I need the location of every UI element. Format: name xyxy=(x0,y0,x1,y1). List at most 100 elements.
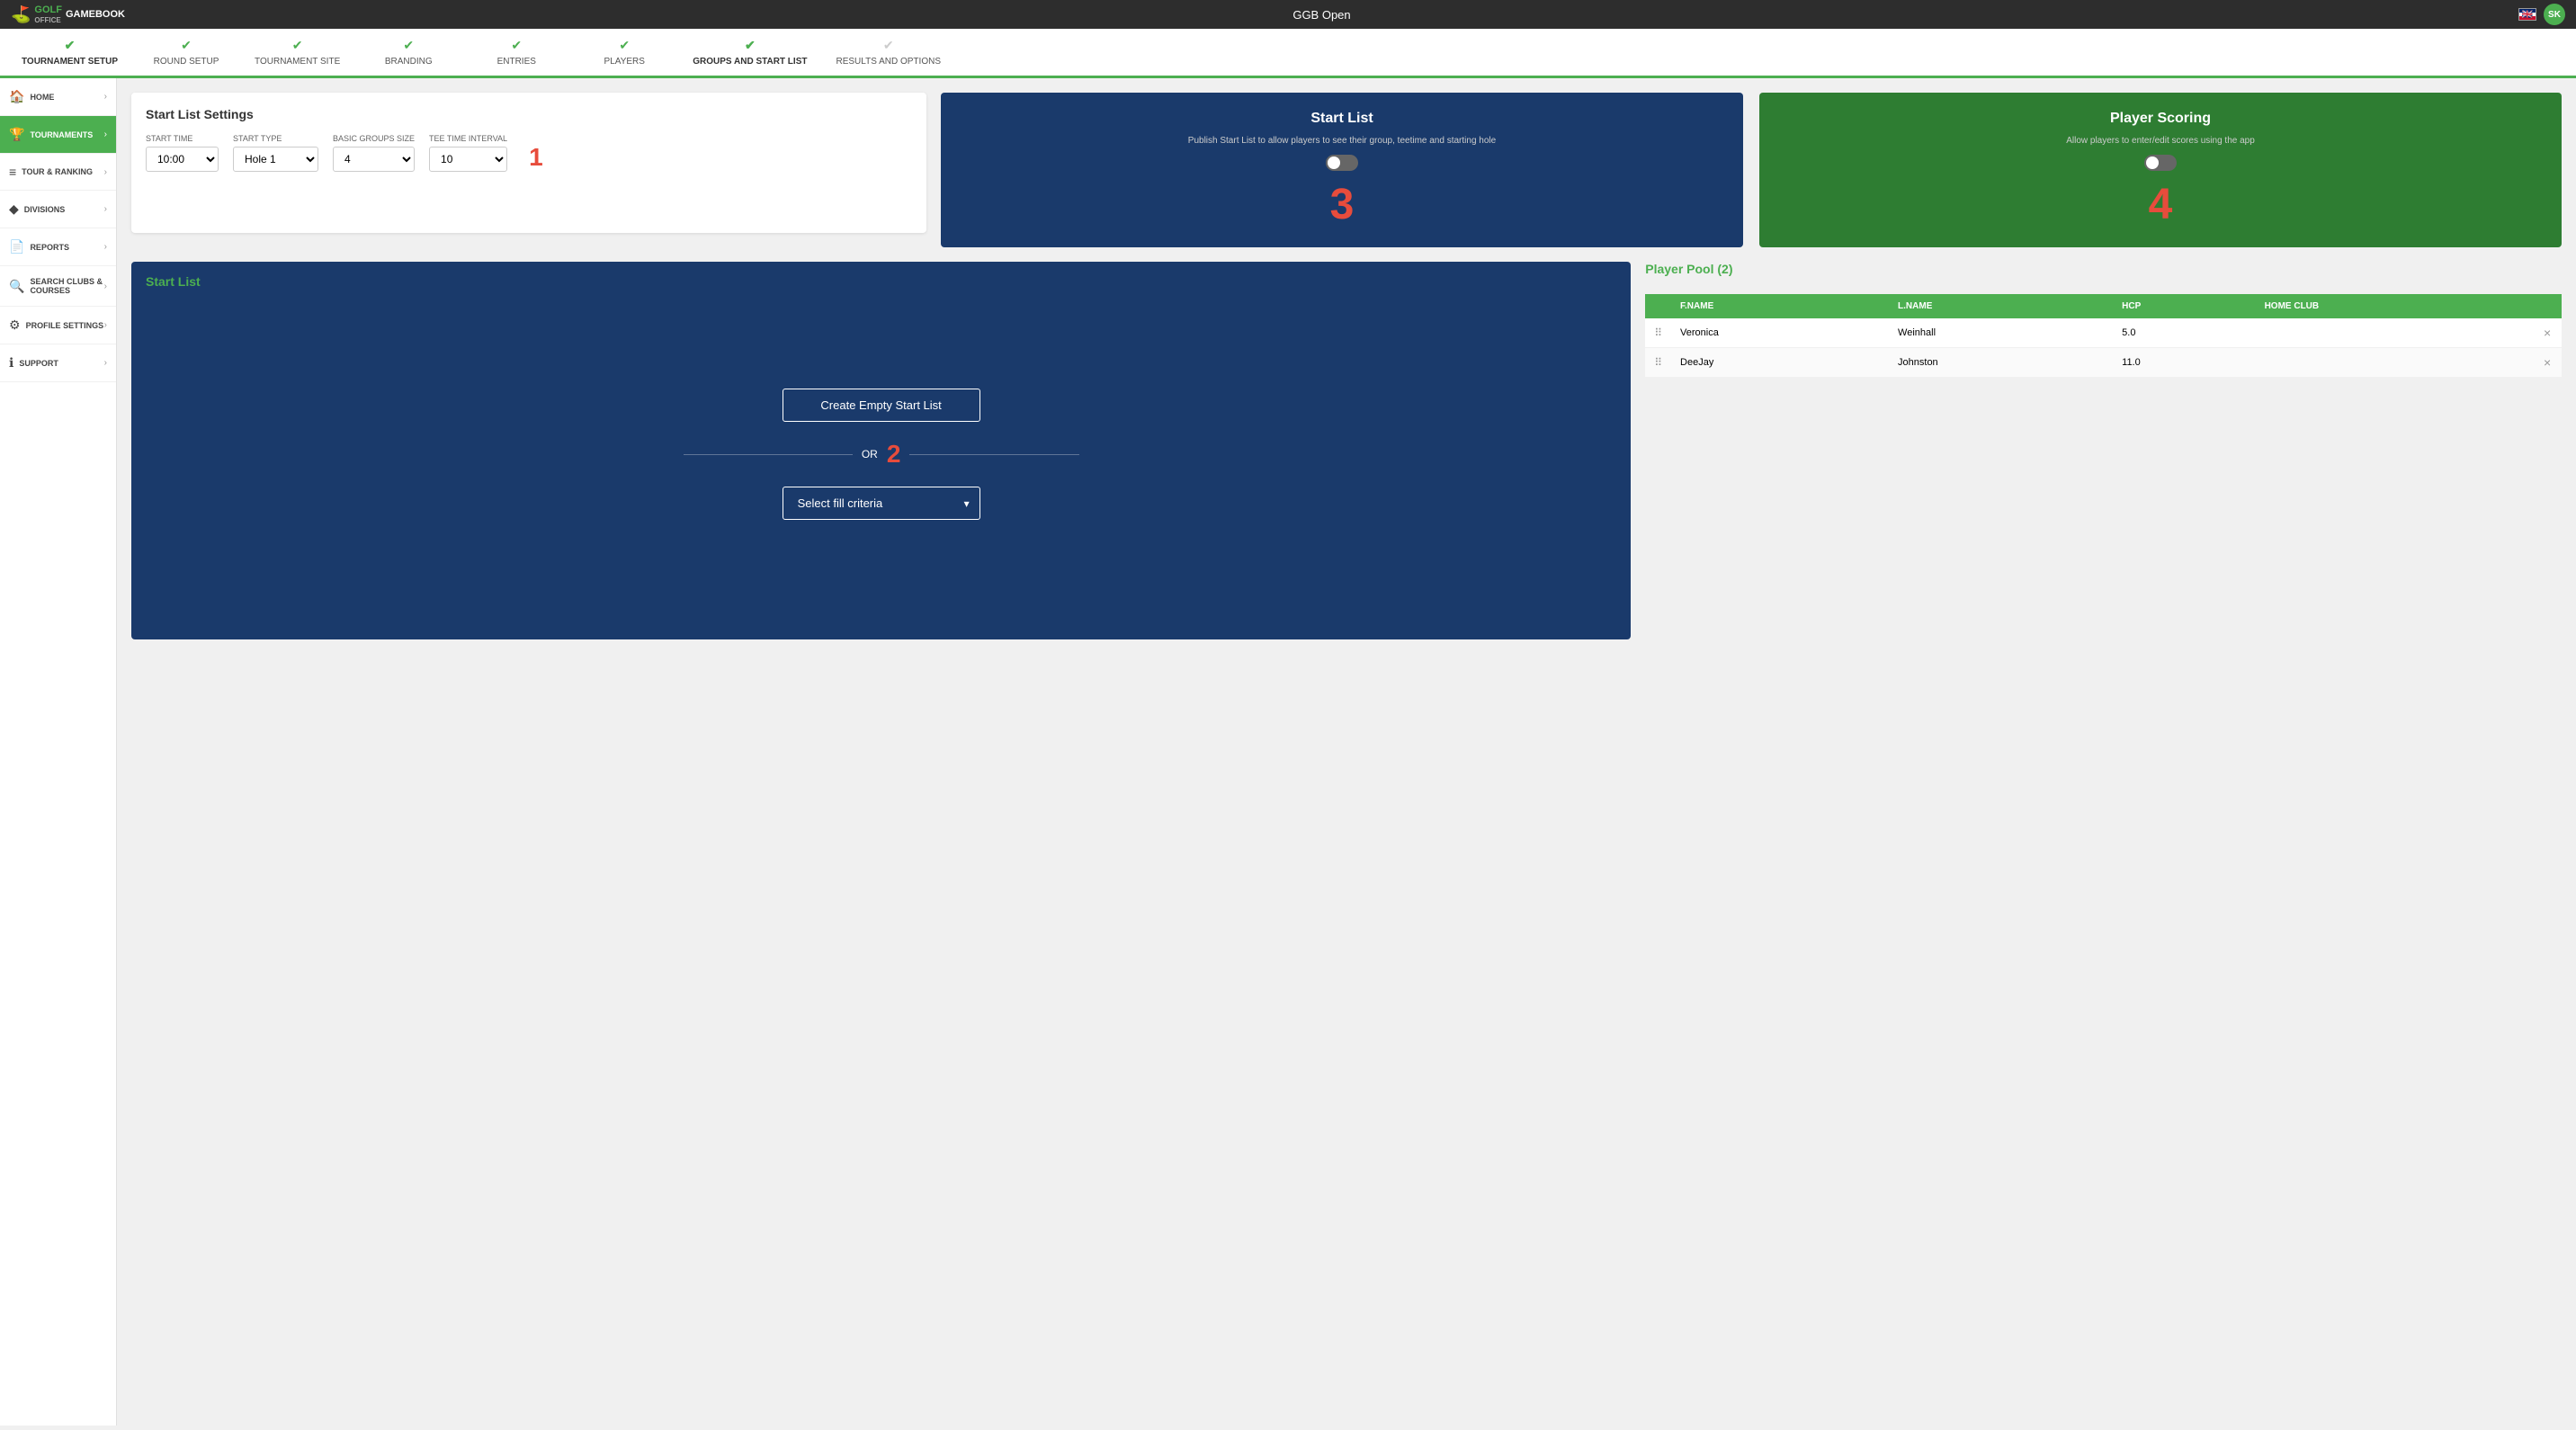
sidebar-item-support[interactable]: ℹ SUPPORT › xyxy=(0,344,116,382)
toggle-knob xyxy=(1328,156,1340,169)
player-hcp: 5.0 xyxy=(2113,318,2255,348)
tab-players[interactable]: ✔ PLAYERS xyxy=(570,29,678,78)
basic-groups-size-select[interactable]: 4 2 3 xyxy=(333,147,415,172)
sidebar-item-reports[interactable]: 📄 REPORTS › xyxy=(0,228,116,266)
or-badge-2: 2 xyxy=(887,440,901,469)
player-scoring-card: Player Scoring Allow players to enter/ed… xyxy=(1759,93,2562,247)
tab-tournament-site[interactable]: ✔ TOURNAMENT SITE xyxy=(240,29,354,78)
basic-groups-size-label: Basic Groups Size xyxy=(333,134,415,143)
th-hcp[interactable]: HCP xyxy=(2113,294,2255,318)
start-time-select[interactable]: 10:00 09:00 09:30 10:30 xyxy=(146,147,219,172)
select-fill-criteria[interactable]: Select fill criteria xyxy=(783,487,980,520)
drag-handle-cell: ⠿ xyxy=(1645,348,1671,378)
sidebar: 🏠 HOME › 🏆 TOURNAMENTS › ≡ TOUR & RANKIN… xyxy=(0,78,117,1426)
home-icon: 🏠 xyxy=(9,89,24,104)
tab-tournament-setup-label: TOURNAMENT SETUP xyxy=(22,57,118,67)
tee-time-interval-select[interactable]: 10 8 12 15 xyxy=(429,147,507,172)
basic-groups-size-field: Basic Groups Size 4 2 3 xyxy=(333,134,415,172)
publish-start-list-toggle[interactable] xyxy=(1326,155,1358,171)
sidebar-item-home[interactable]: 🏠 HOME › xyxy=(0,78,116,116)
start-list-panel-header: Start List xyxy=(131,262,1631,292)
logo-office-text: OFFICE xyxy=(34,16,62,25)
reports-icon: 📄 xyxy=(9,239,24,255)
top-bar: ⛳ GOLF OFFICE GAMEBOOK GGB Open 🇬🇧 SK xyxy=(0,0,2576,29)
drag-handle-icon[interactable]: ⠿ xyxy=(1654,356,1662,369)
page-title: GGB Open xyxy=(1292,8,1350,22)
logo-gamebook-text: GAMEBOOK xyxy=(66,9,125,20)
drag-handle-icon[interactable]: ⠿ xyxy=(1654,326,1662,339)
start-list-panel: Start List Create Empty Start List OR 2 … xyxy=(131,262,1631,639)
info-icon: ℹ xyxy=(9,355,13,371)
start-type-label: Start Type xyxy=(233,134,318,143)
th-fname[interactable]: F.NAME xyxy=(1671,294,1889,318)
tab-groups-start-list[interactable]: ✔ GROUPS AND START LIST xyxy=(678,29,821,78)
check-icon-groups: ✔ xyxy=(745,38,756,53)
sidebar-item-search-clubs[interactable]: 🔍 SEARCH CLUBS & COURSES › xyxy=(0,266,116,307)
divisions-icon: ◆ xyxy=(9,201,19,217)
player-pool-title: Player Pool (2) xyxy=(1645,262,2562,276)
app-logo: ⛳ GOLF OFFICE GAMEBOOK xyxy=(11,4,125,25)
tab-tournament-setup[interactable]: ✔ TOURNAMENT SETUP xyxy=(7,29,132,78)
settings-fields-row: Start time 10:00 09:00 09:30 10:30 Start… xyxy=(146,134,912,172)
publish-start-list-desc: Publish Start List to allow players to s… xyxy=(1188,136,1496,146)
start-type-select[interactable]: Hole 1 Shotgun Hole 10 xyxy=(233,147,318,172)
chevron-right-icon-5: › xyxy=(104,242,107,252)
player-fname: DeeJay xyxy=(1671,348,1889,378)
sidebar-item-home-label: HOME xyxy=(30,93,103,102)
check-icon-tournament-setup: ✔ xyxy=(65,38,76,53)
player-scoring-toggle[interactable] xyxy=(2144,155,2177,171)
th-remove xyxy=(2535,294,2562,318)
bottom-section: Start List Create Empty Start List OR 2 … xyxy=(131,262,2562,639)
th-lname[interactable]: L.NAME xyxy=(1889,294,2113,318)
sidebar-item-profile-settings[interactable]: ⚙ PROFILE SETTINGS › xyxy=(0,307,116,344)
sidebar-item-tournaments[interactable]: 🏆 TOURNAMENTS › xyxy=(0,116,116,154)
tab-results-options[interactable]: ✔ RESULTS AND OPTIONS xyxy=(821,29,955,78)
table-row: ⠿ Veronica Weinhall 5.0 × xyxy=(1645,318,2562,348)
badge-3: 3 xyxy=(1330,180,1355,229)
language-flag[interactable]: 🇬🇧 xyxy=(2518,8,2536,21)
player-pool-panel: Player Pool (2) F.NAME L.NAME HCP HOME C… xyxy=(1645,262,2562,639)
start-list-panel-body: Create Empty Start List OR 2 Select fill… xyxy=(131,292,1631,616)
check-icon-round-setup: ✔ xyxy=(181,38,192,53)
top-row: Start List Settings Start time 10:00 09:… xyxy=(131,93,2562,247)
player-homeclub xyxy=(2256,348,2535,378)
player-homeclub xyxy=(2256,318,2535,348)
start-list-settings-card: Start List Settings Start time 10:00 09:… xyxy=(131,93,926,233)
remove-cell: × xyxy=(2535,318,2562,348)
chevron-right-icon: › xyxy=(104,92,107,102)
sidebar-item-tour-ranking[interactable]: ≡ TOUR & RANKING › xyxy=(0,154,116,191)
chevron-right-icon-7: › xyxy=(104,320,107,330)
th-homeclub[interactable]: HOME CLUB xyxy=(2256,294,2535,318)
settings-badge-1: 1 xyxy=(529,143,543,172)
avatar[interactable]: SK xyxy=(2544,4,2565,25)
app-layout: 🏠 HOME › 🏆 TOURNAMENTS › ≡ TOUR & RANKIN… xyxy=(0,78,2576,1426)
tab-round-setup[interactable]: ✔ ROUND SETUP xyxy=(132,29,240,78)
sidebar-item-tournaments-label: TOURNAMENTS xyxy=(30,130,103,139)
player-fname: Veronica xyxy=(1671,318,1889,348)
chevron-right-icon-8: › xyxy=(104,358,107,368)
logo-text: GOLF OFFICE xyxy=(34,4,62,25)
player-scoring-title: Player Scoring xyxy=(2110,111,2211,127)
gear-icon: ⚙ xyxy=(9,317,21,333)
or-divider: OR 2 xyxy=(684,440,1079,469)
tee-time-interval-field: Tee Time Interval 10 8 12 15 xyxy=(429,134,507,172)
trophy-icon: 🏆 xyxy=(9,127,24,142)
chevron-right-icon-3: › xyxy=(104,167,107,177)
tab-tournament-site-label: TOURNAMENT SITE xyxy=(255,57,340,67)
tour-icon: ≡ xyxy=(9,165,16,179)
chevron-right-icon-2: › xyxy=(104,130,107,139)
create-empty-start-list-button[interactable]: Create Empty Start List xyxy=(783,389,980,422)
check-icon-players: ✔ xyxy=(619,38,630,53)
tab-entries[interactable]: ✔ ENTRIES xyxy=(462,29,570,78)
sidebar-item-divisions[interactable]: ◆ DIVISIONS › xyxy=(0,191,116,228)
tab-branding[interactable]: ✔ BRANDING xyxy=(354,29,462,78)
settings-card-title: Start List Settings xyxy=(146,107,912,121)
select-fill-criteria-wrapper: Select fill criteria ▾ xyxy=(783,487,980,520)
check-icon-tournament-site: ✔ xyxy=(292,38,303,53)
start-time-field: Start time 10:00 09:00 09:30 10:30 xyxy=(146,134,219,172)
remove-player-button[interactable]: × xyxy=(2544,355,2551,370)
player-hcp: 11.0 xyxy=(2113,348,2255,378)
start-list-panel-title: Start List xyxy=(146,274,1616,289)
main-content: Start List Settings Start time 10:00 09:… xyxy=(117,78,2576,1426)
remove-player-button[interactable]: × xyxy=(2544,326,2551,340)
